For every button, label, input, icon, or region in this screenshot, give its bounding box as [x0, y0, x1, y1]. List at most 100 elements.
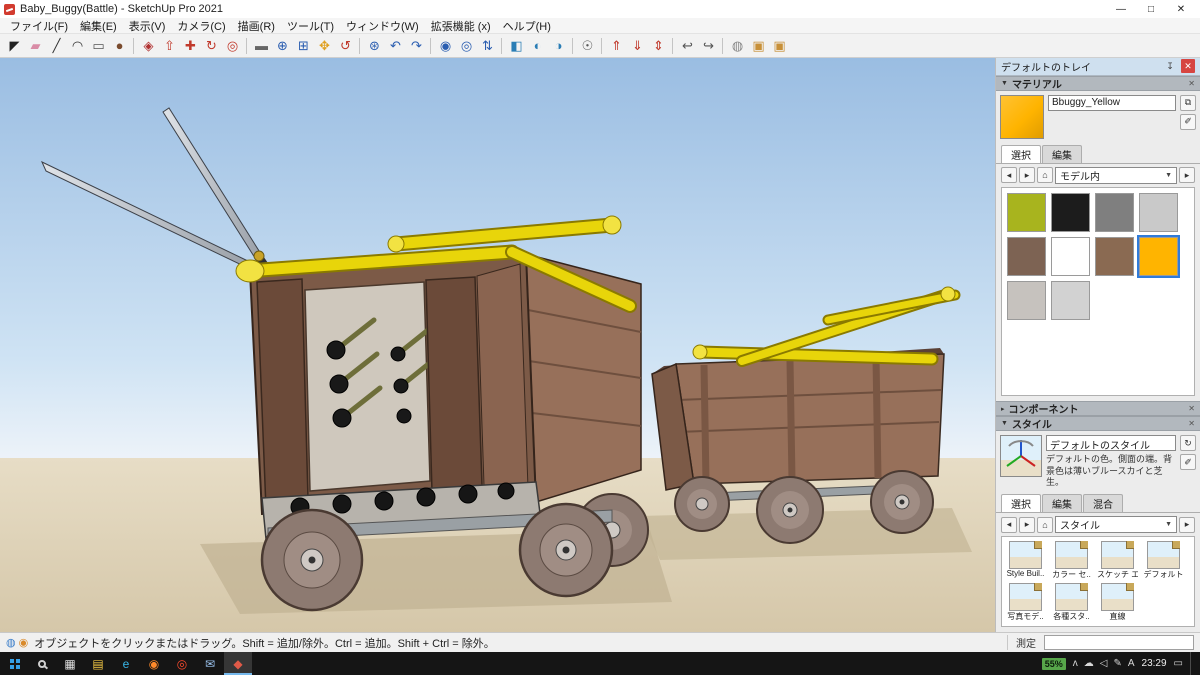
- menu-item[interactable]: ヘルプ(H): [497, 18, 557, 34]
- style-thumb-photo-modeling[interactable]: 写真モデ..: [1005, 583, 1046, 622]
- undo-view-icon[interactable]: ↩: [672, 36, 698, 56]
- look-around-icon[interactable]: ◎: [456, 36, 477, 56]
- battery-indicator[interactable]: 55%: [1041, 657, 1066, 670]
- offset-tool-icon[interactable]: ◎: [222, 36, 243, 56]
- eyedropper-icon[interactable]: ✐: [1180, 454, 1196, 471]
- forward-arrow-icon[interactable]: ▸: [1019, 516, 1035, 533]
- back-arrow-icon[interactable]: ◂: [1001, 516, 1017, 533]
- eyedropper-icon[interactable]: ✐: [1180, 113, 1196, 130]
- previous-view-icon[interactable]: ↶: [385, 36, 406, 56]
- tape-measure-icon[interactable]: ▬: [246, 36, 272, 56]
- show-desktop-button[interactable]: [1190, 652, 1194, 675]
- styles-panel-close-icon[interactable]: ✕: [1188, 419, 1195, 428]
- eraser-tool-icon[interactable]: ▰: [25, 36, 46, 56]
- taskbar-file-explorer[interactable]: ▤: [84, 652, 112, 675]
- styles-panel-header[interactable]: ▼ スタイル ✕: [996, 416, 1200, 432]
- position-camera-icon[interactable]: ◉: [430, 36, 456, 56]
- menu-item[interactable]: ファイル(F): [4, 18, 74, 34]
- zoom-window-icon[interactable]: ⊞: [293, 36, 314, 56]
- action-center-icon[interactable]: ▭: [1174, 658, 1183, 669]
- menu-item[interactable]: ツール(T): [281, 18, 340, 34]
- task-view-button[interactable]: ▦: [56, 652, 84, 675]
- pen-icon[interactable]: ✎: [1113, 658, 1121, 669]
- components-box-icon[interactable]: ▣: [748, 36, 769, 56]
- clock[interactable]: 23:29: [1142, 658, 1167, 669]
- swatch-buggy-yellow[interactable]: [1137, 234, 1180, 278]
- section-display-icon[interactable]: ◐: [527, 36, 548, 56]
- style-thumb-straight-lines[interactable]: 直線: [1097, 583, 1138, 622]
- swatch-gray[interactable]: [1095, 192, 1134, 232]
- walk-tool-icon[interactable]: ⇅: [477, 36, 498, 56]
- taskbar-opera[interactable]: ◎: [168, 652, 196, 675]
- volume-icon[interactable]: ◁: [1100, 658, 1108, 669]
- ime-icon[interactable]: A: [1128, 658, 1135, 669]
- styles-tab[interactable]: 編集: [1042, 494, 1082, 512]
- push-pull-icon[interactable]: ⇧: [159, 36, 180, 56]
- menu-item[interactable]: 描画(R): [232, 18, 281, 34]
- style-thumb-default[interactable]: デフォルト: [1143, 541, 1184, 580]
- materials-tab[interactable]: 編集: [1042, 144, 1082, 163]
- materials-collection-dropdown[interactable]: モデル内 ▼: [1055, 166, 1177, 184]
- arc-tool-icon[interactable]: ◠: [67, 36, 88, 56]
- next-view-icon[interactable]: ↷: [406, 36, 427, 56]
- styles-collection-dropdown[interactable]: スタイル ▼: [1055, 516, 1177, 533]
- materials-panel-header[interactable]: ▼ マテリアル ✕: [996, 75, 1200, 91]
- zoom-tool-icon[interactable]: ⊕: [272, 36, 293, 56]
- paint-bucket-icon[interactable]: ◈: [133, 36, 159, 56]
- swatch-white[interactable]: [1051, 236, 1090, 276]
- pin-icon[interactable]: ↧: [1163, 59, 1177, 73]
- taskbar-sketchup[interactable]: ◆: [224, 652, 252, 675]
- redo-view-icon[interactable]: ↪: [698, 36, 719, 56]
- swatch-silver[interactable]: [1051, 280, 1090, 320]
- tray-titlebar[interactable]: デフォルトのトレイ ↧ ✕: [996, 58, 1200, 76]
- swatch-pale-gray[interactable]: [1007, 280, 1046, 320]
- style-thumb-sketchy[interactable]: スケッチ エ..: [1097, 541, 1138, 580]
- move-tool-icon[interactable]: ✚: [180, 36, 201, 56]
- extension-sync-icon[interactable]: ⇕: [648, 36, 669, 56]
- warehouse-icon[interactable]: ◍: [722, 36, 748, 56]
- rotate-tool-icon[interactable]: ↻: [201, 36, 222, 56]
- zoom-extents-icon[interactable]: ⊛: [359, 36, 385, 56]
- close-button[interactable]: ✕: [1166, 0, 1196, 18]
- minimize-button[interactable]: —: [1106, 0, 1136, 18]
- select-tool-icon[interactable]: ◤: [4, 36, 25, 56]
- swatch-light-gray[interactable]: [1139, 192, 1178, 232]
- credits-icon[interactable]: ◉: [19, 636, 29, 649]
- styles-tab[interactable]: 混合: [1083, 494, 1123, 512]
- swatch-brown[interactable]: [1007, 236, 1046, 276]
- details-arrow-icon[interactable]: ▸: [1179, 516, 1195, 533]
- section-plane-icon[interactable]: ◧: [501, 36, 527, 56]
- materials-tab[interactable]: 選択: [1001, 144, 1041, 163]
- menu-item[interactable]: 表示(V): [123, 18, 172, 34]
- taskbar-firefox[interactable]: ◉: [140, 652, 168, 675]
- taskbar-edge[interactable]: e: [112, 652, 140, 675]
- menu-item[interactable]: ウィンドウ(W): [340, 18, 425, 34]
- line-tool-icon[interactable]: ╱: [46, 36, 67, 56]
- style-thumb-style-builder[interactable]: Style Buil..: [1005, 541, 1046, 580]
- details-arrow-icon[interactable]: ▸: [1179, 167, 1195, 184]
- material-name-field[interactable]: Bbuggy_Yellow: [1048, 94, 1176, 111]
- camera-person-icon[interactable]: ☉: [572, 36, 598, 56]
- in-model-home-icon[interactable]: ⌂: [1037, 516, 1053, 533]
- viewport-3d-scene[interactable]: [0, 58, 995, 632]
- style-refresh-icon[interactable]: ↻: [1180, 435, 1196, 452]
- back-arrow-icon[interactable]: ◂: [1001, 167, 1017, 184]
- style-name-field[interactable]: デフォルトのスタイル: [1046, 435, 1176, 452]
- materials-panel-close-icon[interactable]: ✕: [1188, 79, 1195, 88]
- swatch-dark-brown[interactable]: [1095, 236, 1134, 276]
- taskbar-mail[interactable]: ✉: [196, 652, 224, 675]
- forward-arrow-icon[interactable]: ▸: [1019, 167, 1035, 184]
- extensions-box-icon[interactable]: ▣: [769, 36, 790, 56]
- components-panel-header[interactable]: ▸ コンポーネント ✕: [996, 401, 1200, 417]
- menu-item[interactable]: 拡張機能 (x): [425, 18, 497, 34]
- menu-item[interactable]: カメラ(C): [171, 18, 231, 34]
- menu-item[interactable]: 編集(E): [74, 18, 123, 34]
- onedrive-icon[interactable]: ☁: [1084, 658, 1094, 669]
- extension-download-icon[interactable]: ⇓: [627, 36, 648, 56]
- in-model-home-icon[interactable]: ⌂: [1037, 167, 1053, 184]
- circle-tool-icon[interactable]: ●: [109, 36, 130, 56]
- rectangle-tool-icon[interactable]: ▭: [88, 36, 109, 56]
- components-panel-close-icon[interactable]: ✕: [1188, 404, 1195, 413]
- secondary-pane-icon[interactable]: ⧉: [1180, 94, 1196, 111]
- pan-tool-icon[interactable]: ✥: [314, 36, 335, 56]
